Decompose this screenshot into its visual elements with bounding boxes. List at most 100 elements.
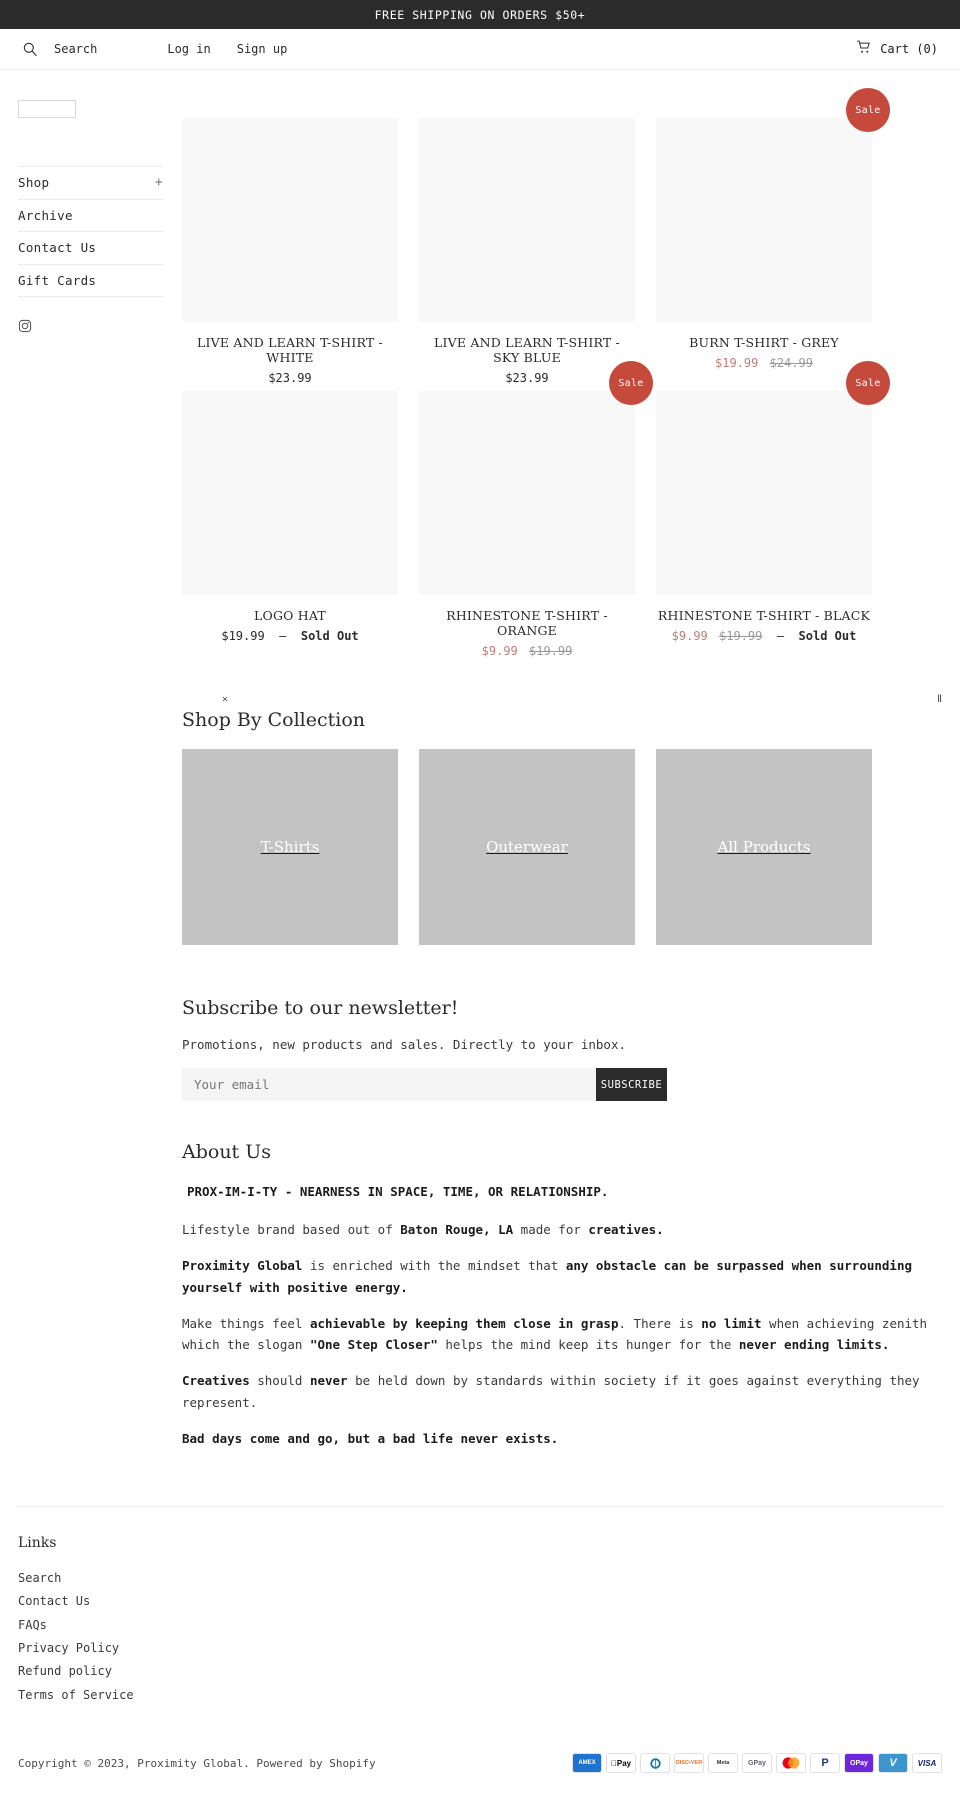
footer-heading: Links bbox=[18, 1534, 57, 1551]
price-compare: $24.99 bbox=[769, 356, 813, 370]
sold-out-label: Sold Out bbox=[798, 629, 857, 643]
sidebar-nav: Shop + Archive Contact Us Gift Cards bbox=[18, 166, 163, 297]
text-run-bold: Bad days come and go, but a bad life nev… bbox=[182, 1431, 559, 1446]
sale-badge: Sale bbox=[609, 361, 653, 405]
about-heading: About Us bbox=[182, 1141, 271, 1163]
price-current: $9.99 bbox=[671, 629, 708, 643]
text-run-bold: Baton Rouge, LA bbox=[400, 1221, 514, 1237]
product-card[interactable]: Sale RHINESTONE T-SHIRT - BLACK $9.99 $1… bbox=[656, 361, 890, 658]
product-title[interactable]: BURN T-SHIRT - GREY bbox=[656, 335, 872, 350]
footer-link-privacy-policy[interactable]: Privacy Policy bbox=[18, 1637, 942, 1660]
product-card[interactable]: Sale BURN T-SHIRT - GREY $19.99 $24.99 bbox=[656, 88, 890, 385]
collection-tile-tshirts[interactable]: T-Shirts bbox=[182, 749, 398, 945]
text-run: should bbox=[249, 1373, 310, 1389]
login-link[interactable]: Log in bbox=[167, 42, 210, 56]
announcement-text: FREE SHIPPING ON ORDERS $50+ bbox=[374, 7, 586, 22]
product-title[interactable]: LIVE AND LEARN T-SHIRT - WHITE bbox=[182, 335, 398, 365]
signup-link[interactable]: Sign up bbox=[237, 42, 288, 56]
footer-link-terms-of-service[interactable]: Terms of Service bbox=[18, 1684, 942, 1707]
product-price: $19.99 $24.99 bbox=[656, 356, 872, 370]
email-field[interactable] bbox=[182, 1068, 596, 1101]
site-logo[interactable] bbox=[18, 100, 76, 118]
text-run: Lifestyle brand based out of bbox=[182, 1221, 401, 1237]
copyright-text: Copyright © 2023, Proximity Global. Powe… bbox=[18, 1756, 376, 1770]
text-run-bold: achievable by keeping them close in gras… bbox=[309, 1315, 619, 1331]
amex-icon: AMEX bbox=[572, 1753, 602, 1774]
product-image[interactable]: Sale bbox=[656, 88, 890, 322]
text-run-bold: "One Step Closer" bbox=[309, 1337, 438, 1353]
sidebar: Shop + Archive Contact Us Gift Cards bbox=[0, 118, 182, 333]
price-compare: $19.99 bbox=[529, 644, 573, 658]
visa-icon: VISA bbox=[912, 1753, 942, 1774]
product-title[interactable]: LIVE AND LEARN T-SHIRT - SKY BLUE bbox=[419, 335, 635, 365]
sidebar-item-shop[interactable]: Shop + bbox=[18, 167, 163, 200]
footer-link-contact-us[interactable]: Contact Us bbox=[18, 1590, 942, 1613]
product-card[interactable]: LIVE AND LEARN T-SHIRT - WHITE $23.99 bbox=[182, 118, 398, 385]
collection-label: T-Shirts bbox=[260, 838, 320, 856]
product-card[interactable]: LIVE AND LEARN T-SHIRT - SKY BLUE $23.99 bbox=[419, 118, 635, 385]
product-card[interactable]: Sale RHINESTONE T-SHIRT - ORANGE $9.99 $… bbox=[419, 361, 653, 658]
product-image[interactable]: Sale bbox=[656, 361, 890, 595]
footer-link-search[interactable]: Search bbox=[18, 1567, 942, 1590]
sale-badge: Sale bbox=[846, 88, 890, 132]
footer-link-faqs[interactable]: FAQs bbox=[18, 1614, 942, 1637]
google-pay-icon: GPay bbox=[742, 1753, 772, 1774]
text-run-bold: creatives. bbox=[588, 1221, 664, 1237]
product-title[interactable]: RHINESTONE T-SHIRT - ORANGE bbox=[419, 608, 635, 638]
newsletter-form: SUBSCRIBE bbox=[182, 1068, 667, 1101]
product-price: $9.99 $19.99 – Sold Out bbox=[671, 629, 857, 643]
text-run-bold: no limit bbox=[701, 1315, 762, 1331]
about-paragraph-4: Creatives should never be held down by s… bbox=[182, 1370, 960, 1414]
collection-tile-all-products[interactable]: All Products bbox=[656, 749, 872, 945]
top-navigation-bar: Search Log in Sign up Cart (0) bbox=[0, 29, 960, 70]
product-image[interactable] bbox=[182, 118, 398, 322]
product-title[interactable]: RHINESTONE T-SHIRT - BLACK bbox=[656, 608, 872, 623]
product-price: $23.99 bbox=[182, 371, 398, 385]
sold-out-label: Sold Out bbox=[300, 629, 359, 643]
newsletter-heading: Subscribe to our newsletter! bbox=[182, 997, 459, 1019]
product-title[interactable]: LOGO HAT bbox=[182, 608, 398, 623]
cart-label: Cart (0) bbox=[880, 42, 938, 56]
product-image[interactable] bbox=[419, 118, 635, 322]
product-card[interactable]: LOGO HAT $19.99 – Sold Out bbox=[182, 391, 398, 658]
sidebar-item-contact-us[interactable]: Contact Us bbox=[18, 232, 163, 265]
apple-pay-icon: Pay bbox=[606, 1753, 636, 1774]
price-current: $9.99 bbox=[481, 644, 518, 658]
newsletter-section: Subscribe to our newsletter! Promotions,… bbox=[182, 997, 960, 1101]
instagram-icon[interactable] bbox=[18, 319, 32, 333]
text-run-bold: Creatives bbox=[182, 1373, 250, 1389]
price-current: $19.99 bbox=[221, 629, 265, 643]
text-run-bold: never bbox=[309, 1373, 348, 1389]
slider-pause-icon[interactable]: Ⅱ bbox=[937, 694, 942, 705]
sidebar-item-label: Archive bbox=[18, 207, 73, 223]
paypal-icon: P bbox=[810, 1753, 840, 1774]
search-icon[interactable] bbox=[22, 41, 38, 57]
mastercard-icon bbox=[776, 1753, 806, 1774]
price-compare: $19.99 bbox=[719, 629, 763, 643]
cart-button[interactable]: Cart (0) bbox=[856, 40, 938, 59]
footer-link-refund-policy[interactable]: Refund policy bbox=[18, 1660, 942, 1683]
copyright-bar: Copyright © 2023, Proximity Global. Powe… bbox=[0, 1707, 960, 1793]
product-grid: LIVE AND LEARN T-SHIRT - WHITE $23.99 LI… bbox=[182, 88, 960, 664]
price-current: $19.99 bbox=[715, 356, 759, 370]
slider-close-icon[interactable]: ✕ bbox=[222, 694, 228, 705]
sale-badge: Sale bbox=[846, 361, 890, 405]
search-label[interactable]: Search bbox=[54, 42, 97, 56]
text-run-bold: never ending limits. bbox=[738, 1337, 890, 1353]
openpay-icon: OPay bbox=[844, 1753, 874, 1774]
about-paragraph-5: Bad days come and go, but a bad life nev… bbox=[182, 1428, 960, 1450]
product-image[interactable]: Sale bbox=[419, 361, 653, 595]
sidebar-item-gift-cards[interactable]: Gift Cards bbox=[18, 265, 163, 297]
sidebar-item-label: Gift Cards bbox=[18, 272, 97, 288]
social-links bbox=[18, 319, 182, 333]
announcement-bar: FREE SHIPPING ON ORDERS $50+ bbox=[0, 0, 960, 29]
collections-heading: Shop By Collection bbox=[182, 709, 366, 731]
product-image[interactable] bbox=[182, 391, 398, 595]
slider-controls: ✕ Ⅱ bbox=[182, 664, 960, 705]
text-run: . There is bbox=[618, 1315, 702, 1331]
subscribe-button[interactable]: SUBSCRIBE bbox=[596, 1068, 667, 1101]
plus-icon[interactable]: + bbox=[155, 175, 163, 190]
sidebar-item-archive[interactable]: Archive bbox=[18, 200, 163, 232]
collection-tile-outerwear[interactable]: Outerwear bbox=[419, 749, 635, 945]
text-run: Make things feel bbox=[182, 1315, 310, 1331]
